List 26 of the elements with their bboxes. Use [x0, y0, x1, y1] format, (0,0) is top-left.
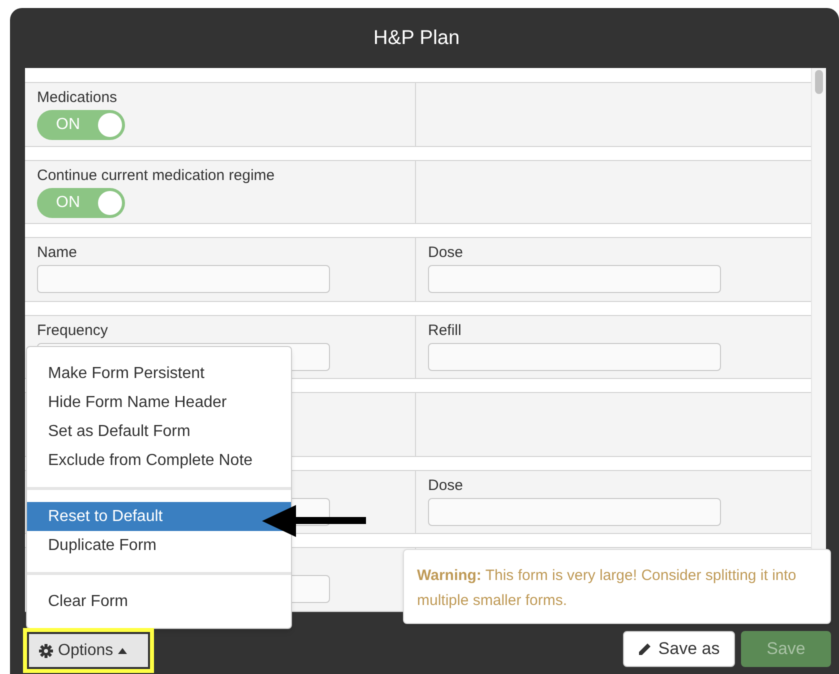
- field-label: Refill: [428, 320, 462, 341]
- options-button[interactable]: Options: [29, 634, 148, 667]
- caret-icon: [118, 648, 128, 654]
- window-title: H&P Plan: [373, 26, 460, 51]
- field-label: Dose: [428, 243, 464, 264]
- menu-item[interactable]: Set as Default Form: [27, 417, 291, 446]
- menu-item[interactable]: Make Form Persistent: [27, 359, 291, 388]
- field-label: Continue current medication regime: [37, 166, 276, 186]
- field-label: Name: [37, 243, 78, 264]
- menu-item[interactable]: Exclude from Complete Note: [27, 446, 291, 475]
- field-label: Dose: [428, 476, 464, 496]
- pencil-icon: [638, 642, 652, 656]
- input-field[interactable]: [428, 342, 721, 371]
- menu-item[interactable]: Reset to Default: [27, 502, 291, 531]
- input-field[interactable]: [428, 498, 721, 526]
- gear-icon: [39, 644, 53, 658]
- menu-item[interactable]: Clear Form: [27, 587, 291, 616]
- menu-item[interactable]: Duplicate Form: [27, 531, 291, 560]
- warning-message: Warning: This form is very large! Consider splitting it into multiple smaller forms.: [417, 566, 798, 611]
- save-as-button[interactable]: Save as: [623, 631, 735, 667]
- scrollbar-thumb[interactable]: [815, 70, 823, 94]
- input-field[interactable]: [428, 265, 721, 294]
- input-field[interactable]: [37, 265, 330, 294]
- field-label: Frequency: [37, 320, 109, 341]
- field-label: Medications: [37, 88, 118, 108]
- menu-item[interactable]: Hide Form Name Header: [27, 388, 291, 417]
